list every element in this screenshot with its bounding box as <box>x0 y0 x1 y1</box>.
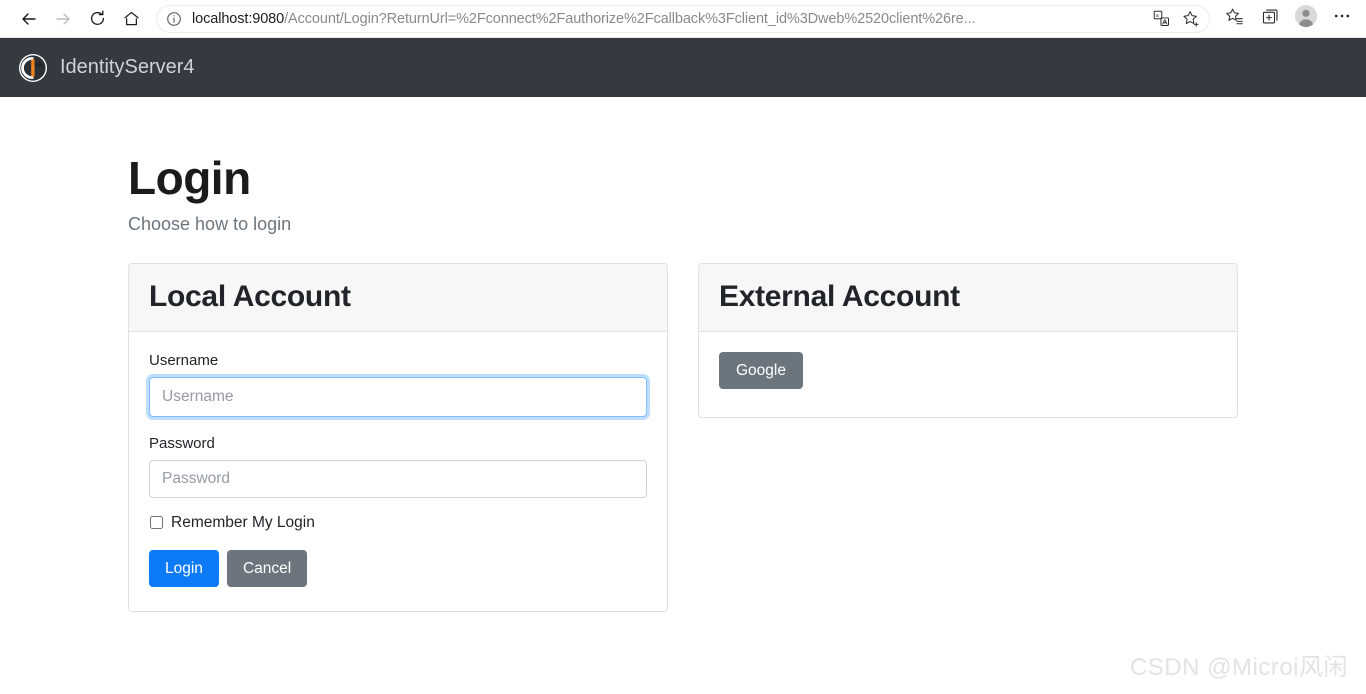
brand-link[interactable]: IdentityServer4 <box>18 53 195 83</box>
external-account-title: External Account <box>719 280 960 314</box>
external-account-header: External Account <box>699 264 1237 332</box>
browser-refresh-button[interactable] <box>80 4 114 34</box>
browser-back-button[interactable] <box>12 4 46 34</box>
site-info-icon[interactable] <box>166 11 182 27</box>
refresh-icon <box>88 9 107 28</box>
home-icon <box>122 9 141 28</box>
login-options-row: Local Account Username Password Remember… <box>128 263 1238 613</box>
identityserver-logo-icon <box>18 53 48 83</box>
star-lines-icon <box>1225 7 1244 31</box>
favorites-button[interactable] <box>1216 4 1252 34</box>
external-account-body: Google <box>699 332 1237 418</box>
external-account-card: External Account Google <box>698 263 1238 419</box>
url-path: /Account/Login?ReturnUrl=%2Fconnect%2Fau… <box>284 10 976 27</box>
page-content: Login Choose how to login Local Account … <box>0 97 1366 694</box>
local-account-buttons: Login Cancel <box>149 549 647 588</box>
local-account-header: Local Account <box>129 264 667 332</box>
password-input[interactable] <box>149 459 647 498</box>
collections-icon <box>1261 7 1280 31</box>
password-label: Password <box>149 434 215 452</box>
site-navbar: IdentityServer4 <box>0 38 1366 97</box>
brand-title: IdentityServer4 <box>60 56 195 78</box>
translate-icon[interactable]: a <box>1146 6 1176 32</box>
local-account-body: Username Password Remember My Login Logi… <box>129 332 667 612</box>
page-title: Login <box>128 152 251 204</box>
remember-login-row: Remember My Login <box>149 514 647 532</box>
browser-toolbar: localhost:9080/Account/Login?ReturnUrl=%… <box>0 0 1366 38</box>
address-bar[interactable]: localhost:9080/Account/Login?ReturnUrl=%… <box>156 4 1210 33</box>
browser-forward-button[interactable] <box>46 4 80 34</box>
avatar-icon <box>1294 4 1318 33</box>
watermark: CSDN @Microi风闲 <box>1129 654 1348 681</box>
browser-home-button[interactable] <box>114 4 148 34</box>
remember-login-label[interactable]: Remember My Login <box>171 514 315 532</box>
password-form-group: Password <box>149 435 647 498</box>
arrow-right-icon <box>53 9 73 29</box>
url-host: localhost:9080 <box>192 10 285 27</box>
username-input[interactable] <box>149 376 647 417</box>
cancel-button[interactable]: Cancel <box>226 549 308 588</box>
username-label: Username <box>149 351 219 369</box>
add-favorite-icon[interactable] <box>1176 6 1206 32</box>
arrow-left-icon <box>19 9 39 29</box>
google-login-button[interactable]: Google <box>719 351 803 390</box>
settings-menu-button[interactable] <box>1324 4 1360 34</box>
local-account-card: Local Account Username Password Remember… <box>128 263 668 613</box>
remember-login-checkbox[interactable] <box>150 516 163 530</box>
login-button[interactable]: Login <box>149 549 219 588</box>
address-bar-url[interactable]: localhost:9080/Account/Login?ReturnUrl=%… <box>192 11 1146 27</box>
ellipsis-icon <box>1332 6 1352 31</box>
browser-toolbar-actions <box>1216 4 1366 34</box>
local-account-title: Local Account <box>149 280 351 314</box>
svg-text:a: a <box>1155 13 1158 19</box>
page-subtitle: Choose how to login <box>128 214 292 235</box>
collections-button[interactable] <box>1252 4 1288 34</box>
content-container: Login Choose how to login Local Account … <box>128 97 1238 613</box>
profile-button[interactable] <box>1288 4 1324 34</box>
username-form-group: Username <box>149 352 647 417</box>
